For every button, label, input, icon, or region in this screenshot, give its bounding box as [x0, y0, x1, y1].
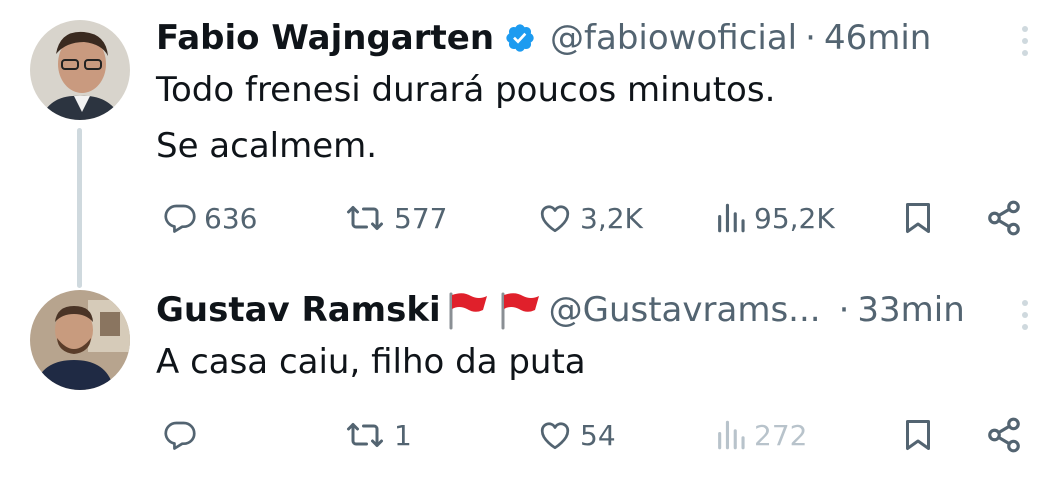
retweet-button[interactable]: 577 [342, 193, 447, 243]
views-button[interactable]: 95,2K [714, 193, 835, 243]
red-flag-emoji [501, 292, 539, 330]
retweet-count: 577 [394, 201, 448, 235]
reply-button[interactable]: 636 [162, 193, 257, 243]
name-emoji [445, 290, 541, 330]
red-flag-emoji [449, 292, 487, 330]
share-button[interactable] [984, 410, 1024, 460]
author-handle[interactable]: @fabiowoficial [550, 18, 797, 58]
author-name[interactable]: Gustav Ramski [156, 290, 441, 330]
bookmark-button[interactable] [900, 193, 936, 243]
separator-dot: · [838, 290, 850, 330]
tweet-actions: 636 577 3,2K 95,2K [156, 193, 1036, 243]
retweet-count: 1 [394, 418, 412, 452]
retweet-icon [347, 206, 383, 230]
tweet-text: Todo frenesi durará poucos minutos. Se a… [156, 62, 775, 174]
retweet-button[interactable]: 1 [342, 410, 412, 460]
like-button[interactable]: 54 [536, 410, 616, 460]
views-button[interactable]: 272 [714, 410, 807, 460]
views-count: 95,2K [754, 201, 835, 235]
tweet-header: Fabio Wajngarten @fabiowoficial · 46min [156, 18, 1031, 58]
like-button[interactable]: 3,2K [536, 193, 643, 243]
tweet-text-line: Todo frenesi durará poucos minutos. [156, 70, 776, 110]
reply-icon [164, 421, 196, 450]
tweet-1[interactable]: Fabio Wajngarten @fabiowoficial · 46min … [0, 0, 1051, 288]
thread-connector-line [77, 128, 82, 288]
more-icon[interactable] [1019, 300, 1031, 330]
more-icon[interactable] [1019, 26, 1031, 56]
reply-count: 636 [204, 201, 258, 235]
reply-icon [164, 204, 196, 233]
like-icon [540, 205, 570, 233]
tweet-text-line: A casa caiu, filho da puta [156, 342, 586, 382]
tweet-2[interactable]: Gustav Ramski @Gustavrams... · 33min A c… [0, 270, 1051, 482]
tweet-text: A casa caiu, filho da puta [156, 334, 586, 390]
bookmark-icon [906, 203, 930, 233]
tweet-time[interactable]: 46min [824, 18, 931, 58]
share-icon [988, 200, 1020, 236]
bookmark-icon [906, 420, 930, 450]
tweet-time[interactable]: 33min [857, 290, 964, 330]
views-icon [718, 203, 745, 233]
views-count: 272 [754, 418, 808, 452]
retweet-icon [347, 423, 383, 447]
views-icon [718, 420, 745, 450]
share-icon [988, 417, 1020, 453]
like-count: 54 [580, 418, 616, 452]
tweet-header: Gustav Ramski @Gustavrams... · 33min [156, 290, 1031, 330]
separator-dot: · [805, 18, 816, 58]
avatar-fabio[interactable] [30, 20, 130, 120]
avatar-image [30, 20, 130, 120]
bookmark-button[interactable] [900, 410, 936, 460]
share-button[interactable] [984, 193, 1024, 243]
author-name[interactable]: Fabio Wajngarten [156, 18, 494, 58]
reply-button[interactable] [162, 410, 204, 460]
like-count: 3,2K [580, 201, 643, 235]
verified-badge-icon[interactable] [504, 22, 536, 54]
like-icon [540, 422, 570, 450]
tweet-text-line: Se acalmem. [156, 126, 378, 166]
avatar-gustav[interactable] [30, 290, 130, 390]
author-handle[interactable]: @Gustavrams... [549, 290, 821, 330]
avatar-image [30, 290, 130, 390]
tweet-actions: 1 54 272 [156, 410, 1036, 460]
